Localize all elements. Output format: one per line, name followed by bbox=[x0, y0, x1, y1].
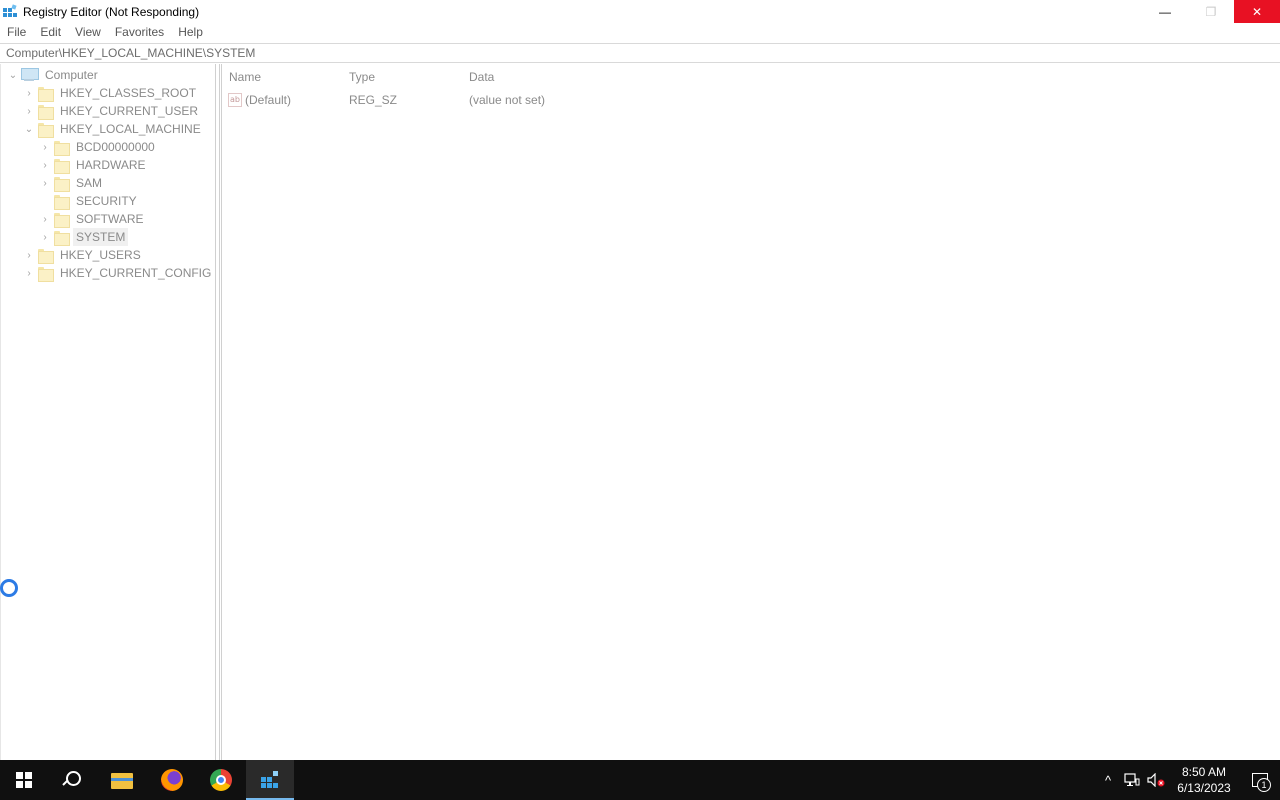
registry-editor-icon bbox=[2, 3, 18, 20]
chevron-right-icon[interactable]: › bbox=[23, 246, 35, 264]
clock[interactable]: 8:50 AM 6/13/2023 bbox=[1168, 764, 1240, 796]
menu-file[interactable]: File bbox=[0, 23, 33, 42]
menu-bar: File Edit View Favorites Help bbox=[0, 23, 1280, 42]
tree-item-label: HARDWARE bbox=[76, 158, 146, 172]
tree-item-bcd00000000[interactable]: › BCD00000000 bbox=[39, 138, 158, 156]
folder-icon bbox=[38, 122, 54, 138]
taskbar-firefox[interactable] bbox=[148, 760, 196, 800]
tree-item-label: HKEY_CLASSES_ROOT bbox=[60, 86, 197, 100]
tree-item-label: HKEY_LOCAL_MACHINE bbox=[60, 122, 201, 136]
tree-item-label: HKEY_CURRENT_CONFIG bbox=[60, 266, 212, 280]
tree-item-label: HKEY_CURRENT_USER bbox=[60, 104, 199, 118]
chevron-up-icon[interactable]: ^ bbox=[1096, 760, 1120, 800]
tree-item-system[interactable]: › SYSTEM bbox=[39, 228, 129, 246]
computer-icon bbox=[20, 68, 39, 82]
taskbar: ^ 8:50 AM 6/13/2023 1 bbox=[0, 760, 1280, 800]
network-icon[interactable] bbox=[1120, 760, 1144, 800]
menu-edit[interactable]: Edit bbox=[33, 23, 68, 42]
registry-editor-icon bbox=[260, 769, 280, 789]
search-icon bbox=[63, 771, 81, 789]
chevron-right-icon[interactable]: › bbox=[23, 84, 35, 102]
search-button[interactable] bbox=[48, 760, 96, 800]
tree-item-hkey-current-config[interactable]: › HKEY_CURRENT_CONFIG bbox=[23, 264, 214, 282]
menu-help[interactable]: Help bbox=[171, 23, 210, 42]
taskbar-chrome[interactable] bbox=[197, 760, 245, 800]
tree-connector bbox=[39, 192, 51, 210]
close-button[interactable]: ✕ bbox=[1234, 0, 1280, 23]
tree-item-hardware[interactable]: › HARDWARE bbox=[39, 156, 149, 174]
tree-item-label: SOFTWARE bbox=[76, 212, 144, 226]
chevron-right-icon[interactable]: › bbox=[39, 138, 51, 156]
chevron-right-icon[interactable]: › bbox=[39, 174, 51, 192]
folder-icon bbox=[54, 140, 70, 156]
column-header-data[interactable]: Data bbox=[469, 64, 494, 90]
windows-logo-icon bbox=[16, 772, 32, 788]
string-value-icon: ab bbox=[228, 93, 242, 107]
tree-item-security[interactable]: SECURITY bbox=[39, 192, 140, 210]
chevron-right-icon[interactable]: › bbox=[39, 156, 51, 174]
folder-icon bbox=[54, 158, 70, 174]
folder-icon bbox=[38, 104, 54, 120]
folder-icon bbox=[38, 266, 54, 282]
folder-icon bbox=[54, 212, 70, 228]
value-name: (Default) bbox=[245, 93, 292, 107]
key-tree[interactable]: ⌄ Computer › HKEY_CLASSES_ROOT › HKEY_CU… bbox=[0, 64, 216, 760]
title-bar: Registry Editor (Not Responding) — ❐ ✕ bbox=[0, 0, 1280, 23]
tree-item-label: BCD00000000 bbox=[76, 140, 155, 154]
taskbar-file-explorer[interactable] bbox=[98, 760, 146, 800]
taskbar-registry-editor[interactable] bbox=[246, 760, 294, 800]
value-data: (value not set) bbox=[469, 93, 546, 107]
tree-item-hkey-classes-root[interactable]: › HKEY_CLASSES_ROOT bbox=[23, 84, 199, 102]
chevron-right-icon[interactable]: › bbox=[39, 228, 51, 246]
busy-cursor-icon bbox=[0, 579, 18, 597]
chevron-right-icon[interactable]: › bbox=[39, 210, 51, 228]
list-header: Name Type Data bbox=[222, 64, 1280, 90]
notification-badge: 1 bbox=[1257, 778, 1271, 792]
tree-item-sam[interactable]: › SAM bbox=[39, 174, 105, 192]
start-button[interactable] bbox=[0, 760, 48, 800]
chrome-icon bbox=[210, 769, 232, 791]
chevron-right-icon[interactable]: › bbox=[23, 102, 35, 120]
tree-item-computer[interactable]: ⌄ Computer bbox=[7, 66, 101, 84]
tree-item-label: Computer bbox=[45, 68, 98, 82]
value-type: REG_SZ bbox=[349, 93, 398, 107]
column-header-name[interactable]: Name bbox=[229, 64, 261, 90]
tree-item-software[interactable]: › SOFTWARE bbox=[39, 210, 147, 228]
tree-item-label: SAM bbox=[76, 176, 103, 190]
system-tray: ^ 8:50 AM 6/13/2023 1 bbox=[1096, 760, 1280, 800]
tree-item-label: SECURITY bbox=[76, 194, 137, 208]
address-bar[interactable]: Computer\HKEY_LOCAL_MACHINE\SYSTEM bbox=[0, 43, 1280, 63]
column-header-type[interactable]: Type bbox=[349, 64, 375, 90]
folder-icon bbox=[54, 176, 70, 192]
tree-item-hkey-local-machine[interactable]: ⌄ HKEY_LOCAL_MACHINE bbox=[23, 120, 204, 138]
folder-icon bbox=[38, 248, 54, 264]
values-list[interactable]: Name Type Data ab (Default) REG_SZ (valu… bbox=[221, 64, 1280, 760]
window-controls: — ❐ ✕ bbox=[1142, 0, 1280, 23]
chevron-down-icon[interactable]: ⌄ bbox=[7, 66, 19, 84]
firefox-icon bbox=[161, 769, 183, 791]
pane-splitter[interactable] bbox=[216, 64, 220, 760]
menu-favorites[interactable]: Favorites bbox=[108, 23, 171, 42]
tree-item-label: SYSTEM bbox=[73, 228, 129, 246]
tree-item-hkey-users[interactable]: › HKEY_USERS bbox=[23, 246, 144, 264]
folder-icon bbox=[38, 86, 54, 102]
minimize-button[interactable]: — bbox=[1142, 0, 1188, 23]
clock-date: 6/13/2023 bbox=[1177, 781, 1231, 795]
chevron-right-icon[interactable]: › bbox=[23, 264, 35, 282]
menu-view[interactable]: View bbox=[68, 23, 108, 42]
file-explorer-icon bbox=[111, 771, 133, 789]
window-title: Registry Editor (Not Responding) bbox=[23, 4, 200, 19]
list-item[interactable]: ab (Default) REG_SZ (value not set) bbox=[222, 90, 1280, 110]
folder-icon bbox=[54, 194, 70, 210]
restore-button[interactable]: ❐ bbox=[1188, 0, 1234, 23]
chevron-down-icon[interactable]: ⌄ bbox=[23, 120, 35, 138]
clock-time: 8:50 AM bbox=[1181, 765, 1227, 779]
tree-item-hkey-current-user[interactable]: › HKEY_CURRENT_USER bbox=[23, 102, 201, 120]
action-center-button[interactable]: 1 bbox=[1240, 760, 1280, 800]
volume-muted-icon[interactable] bbox=[1144, 760, 1168, 800]
tree-item-label: HKEY_USERS bbox=[60, 248, 141, 262]
folder-icon bbox=[54, 230, 70, 246]
